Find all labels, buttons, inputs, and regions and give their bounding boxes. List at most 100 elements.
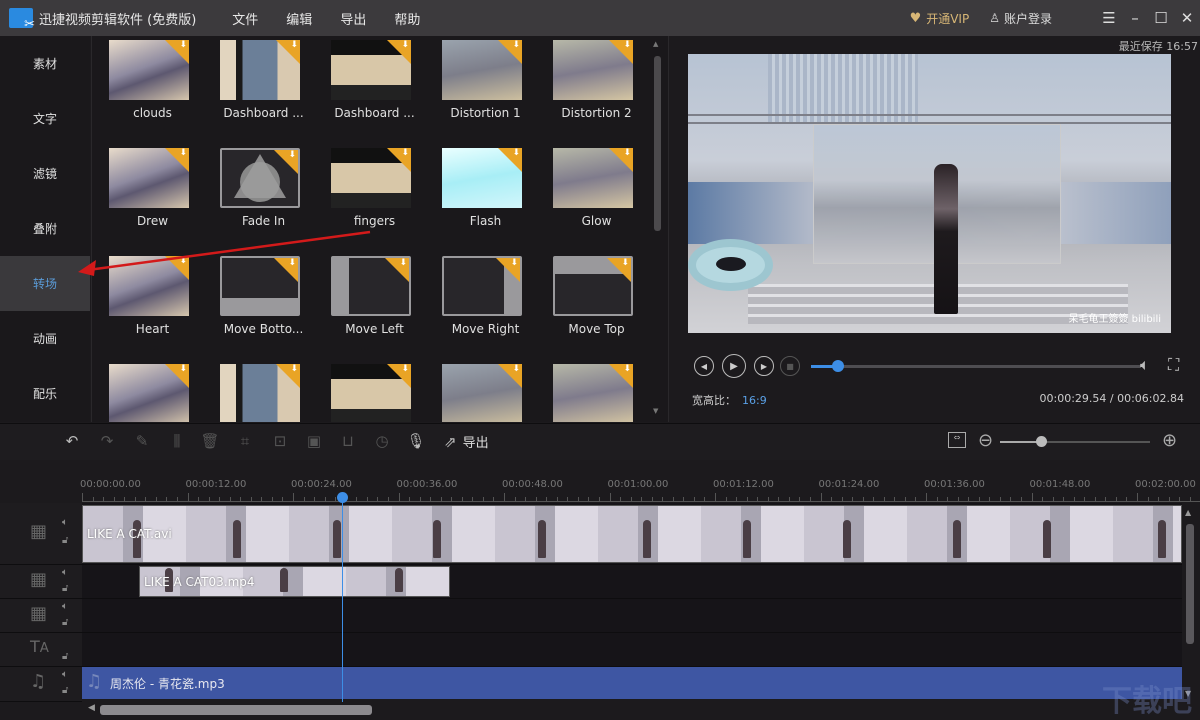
download-icon[interactable] <box>498 40 522 64</box>
seek-slider[interactable] <box>811 360 1141 372</box>
download-icon[interactable] <box>274 150 298 174</box>
menu-help[interactable]: 帮助 <box>394 9 420 28</box>
transition-tile[interactable]: Move Right <box>430 256 541 364</box>
freeze-icon[interactable]: ⊔ <box>338 432 358 452</box>
video-clip[interactable]: LIKE A CAT.avi <box>82 505 1182 563</box>
mosaic-icon[interactable]: ▣ <box>304 432 324 452</box>
transition-tile[interactable] <box>541 364 652 422</box>
download-icon[interactable] <box>165 40 189 64</box>
timeline-vertical-scrollbar[interactable]: ▲ ▼ <box>1184 506 1196 702</box>
transition-tile[interactable]: Move Botto... <box>208 256 319 364</box>
speaker-icon[interactable]: 🔈︎ <box>62 601 68 612</box>
speaker-icon[interactable]: 🔈︎ <box>62 517 68 528</box>
transition-tile[interactable]: Dashboard ... <box>208 40 319 148</box>
transition-tile[interactable]: Move Left <box>319 256 430 364</box>
audio-clip[interactable]: ♫ 周杰伦 - 青花瓷.mp3 <box>82 667 1182 699</box>
stop-icon[interactable]: ■ <box>780 356 800 376</box>
download-icon[interactable] <box>165 364 189 388</box>
download-icon[interactable] <box>276 364 300 388</box>
scroll-down-icon[interactable]: ▼ <box>653 407 658 415</box>
sidebar-item-animations[interactable]: 动画 <box>0 311 90 366</box>
scrollbar-thumb[interactable] <box>1186 524 1194 644</box>
zoom-slider[interactable] <box>1000 436 1150 447</box>
menu-icon[interactable]: ☰ <box>1096 9 1122 27</box>
prev-frame-icon[interactable]: ◀ <box>694 356 714 376</box>
transition-tile[interactable]: Glow <box>541 148 652 256</box>
aspect-ratio[interactable]: 宽高比： 16:9 <box>692 392 767 408</box>
seek-handle[interactable] <box>831 360 844 372</box>
minimize-icon[interactable]: – <box>1122 9 1148 27</box>
undo-icon[interactable]: ↶ <box>62 432 82 452</box>
transition-tile[interactable]: clouds <box>97 40 208 148</box>
download-icon[interactable] <box>387 148 411 172</box>
zoom-handle[interactable] <box>1035 436 1047 447</box>
crop-icon[interactable]: ⌗ <box>235 432 255 452</box>
download-icon[interactable] <box>276 40 300 64</box>
scrollbar-thumb[interactable] <box>100 705 372 715</box>
sidebar-item-media[interactable]: 素材 <box>0 36 90 91</box>
download-icon[interactable] <box>498 364 522 388</box>
scrollbar-thumb[interactable] <box>654 56 661 231</box>
transition-tile[interactable]: Distortion 2 <box>541 40 652 148</box>
download-icon[interactable] <box>498 148 522 172</box>
text-track[interactable] <box>82 633 1182 667</box>
download-icon[interactable] <box>607 258 631 282</box>
zoom-in-icon[interactable]: ⊕ <box>1162 430 1177 451</box>
video-preview[interactable]: 呆毛龟王簽簽 bilibili <box>688 54 1171 333</box>
timeline-horizontal-scrollbar[interactable]: ◀ <box>82 702 1182 718</box>
sidebar-item-text[interactable]: 文字 <box>0 91 90 146</box>
speaker-icon[interactable]: 🔈︎ <box>62 669 68 680</box>
scroll-left-icon[interactable]: ◀ <box>88 703 95 713</box>
lock-icon[interactable]: 🔓︎ <box>62 651 68 662</box>
download-icon[interactable] <box>496 258 520 282</box>
fit-timeline-icon[interactable]: ⇔ <box>948 432 966 448</box>
timeline-ruler[interactable]: 00:00:00.00 00:00:12.00 00:00:24.00 00:00:3… <box>80 476 1200 502</box>
transition-tile[interactable] <box>319 364 430 422</box>
speaker-icon[interactable]: 🔈︎ <box>62 567 68 578</box>
sidebar-item-overlays[interactable]: 叠附 <box>0 201 90 256</box>
sidebar-item-filters[interactable]: 滤镜 <box>0 146 90 201</box>
download-icon[interactable] <box>609 364 633 388</box>
sidebar-item-music[interactable]: 配乐 <box>0 366 90 421</box>
transition-tile[interactable]: Move Top <box>541 256 652 364</box>
download-icon[interactable] <box>387 40 411 64</box>
video-clip[interactable]: LIKE A CAT03.mp4 <box>139 566 450 597</box>
vip-button[interactable]: ♥ 开通VIP <box>910 10 970 27</box>
volume-icon[interactable]: 🔈︎ <box>1140 355 1150 375</box>
transition-tile[interactable]: Distortion 1 <box>430 40 541 148</box>
fullscreen-icon[interactable]: ⛶ <box>1168 355 1179 375</box>
transition-tile[interactable]: Fade In <box>208 148 319 256</box>
download-icon[interactable] <box>165 148 189 172</box>
transition-tile[interactable]: Heart <box>97 256 208 364</box>
rotate-icon[interactable]: ⊡ <box>270 432 290 452</box>
edit-icon[interactable]: ✎ <box>132 432 152 452</box>
transition-tile[interactable] <box>208 364 319 422</box>
split-icon[interactable]: ⫼ <box>167 432 187 452</box>
menu-edit[interactable]: 编辑 <box>286 9 312 28</box>
download-icon[interactable] <box>385 258 409 282</box>
microphone-icon[interactable]: 🎙︎ <box>406 432 426 452</box>
menu-export[interactable]: 导出 <box>340 9 366 28</box>
account-login-button[interactable]: ♙ 账户登录 <box>989 10 1052 27</box>
menu-file[interactable]: 文件 <box>232 9 258 28</box>
scroll-up-icon[interactable]: ▲ <box>1185 508 1191 517</box>
zoom-out-icon[interactable]: ⊖ <box>978 430 993 451</box>
transition-tile[interactable]: Dashboard ... <box>319 40 430 148</box>
video-track-3[interactable] <box>82 599 1182 633</box>
export-button[interactable]: ⇗ 导出 <box>444 432 489 452</box>
download-icon[interactable] <box>609 148 633 172</box>
delete-icon[interactable]: 🗑︎ <box>200 432 220 452</box>
transition-tile[interactable] <box>430 364 541 422</box>
transition-tile[interactable]: Flash <box>430 148 541 256</box>
download-icon[interactable] <box>274 258 298 282</box>
next-frame-icon[interactable]: ▶ <box>754 356 774 376</box>
playhead[interactable] <box>342 494 343 702</box>
download-icon[interactable] <box>387 364 411 388</box>
speed-icon[interactable]: ◷ <box>372 432 392 452</box>
lock-icon[interactable]: 🔓︎ <box>62 685 68 696</box>
video-track-1[interactable]: LIKE A CAT.avi <box>82 503 1182 565</box>
transition-tile[interactable] <box>97 364 208 422</box>
lock-icon[interactable]: 🔓︎ <box>62 583 68 594</box>
sidebar-item-transitions[interactable]: 转场 <box>0 256 90 311</box>
redo-icon[interactable]: ↷ <box>97 432 117 452</box>
